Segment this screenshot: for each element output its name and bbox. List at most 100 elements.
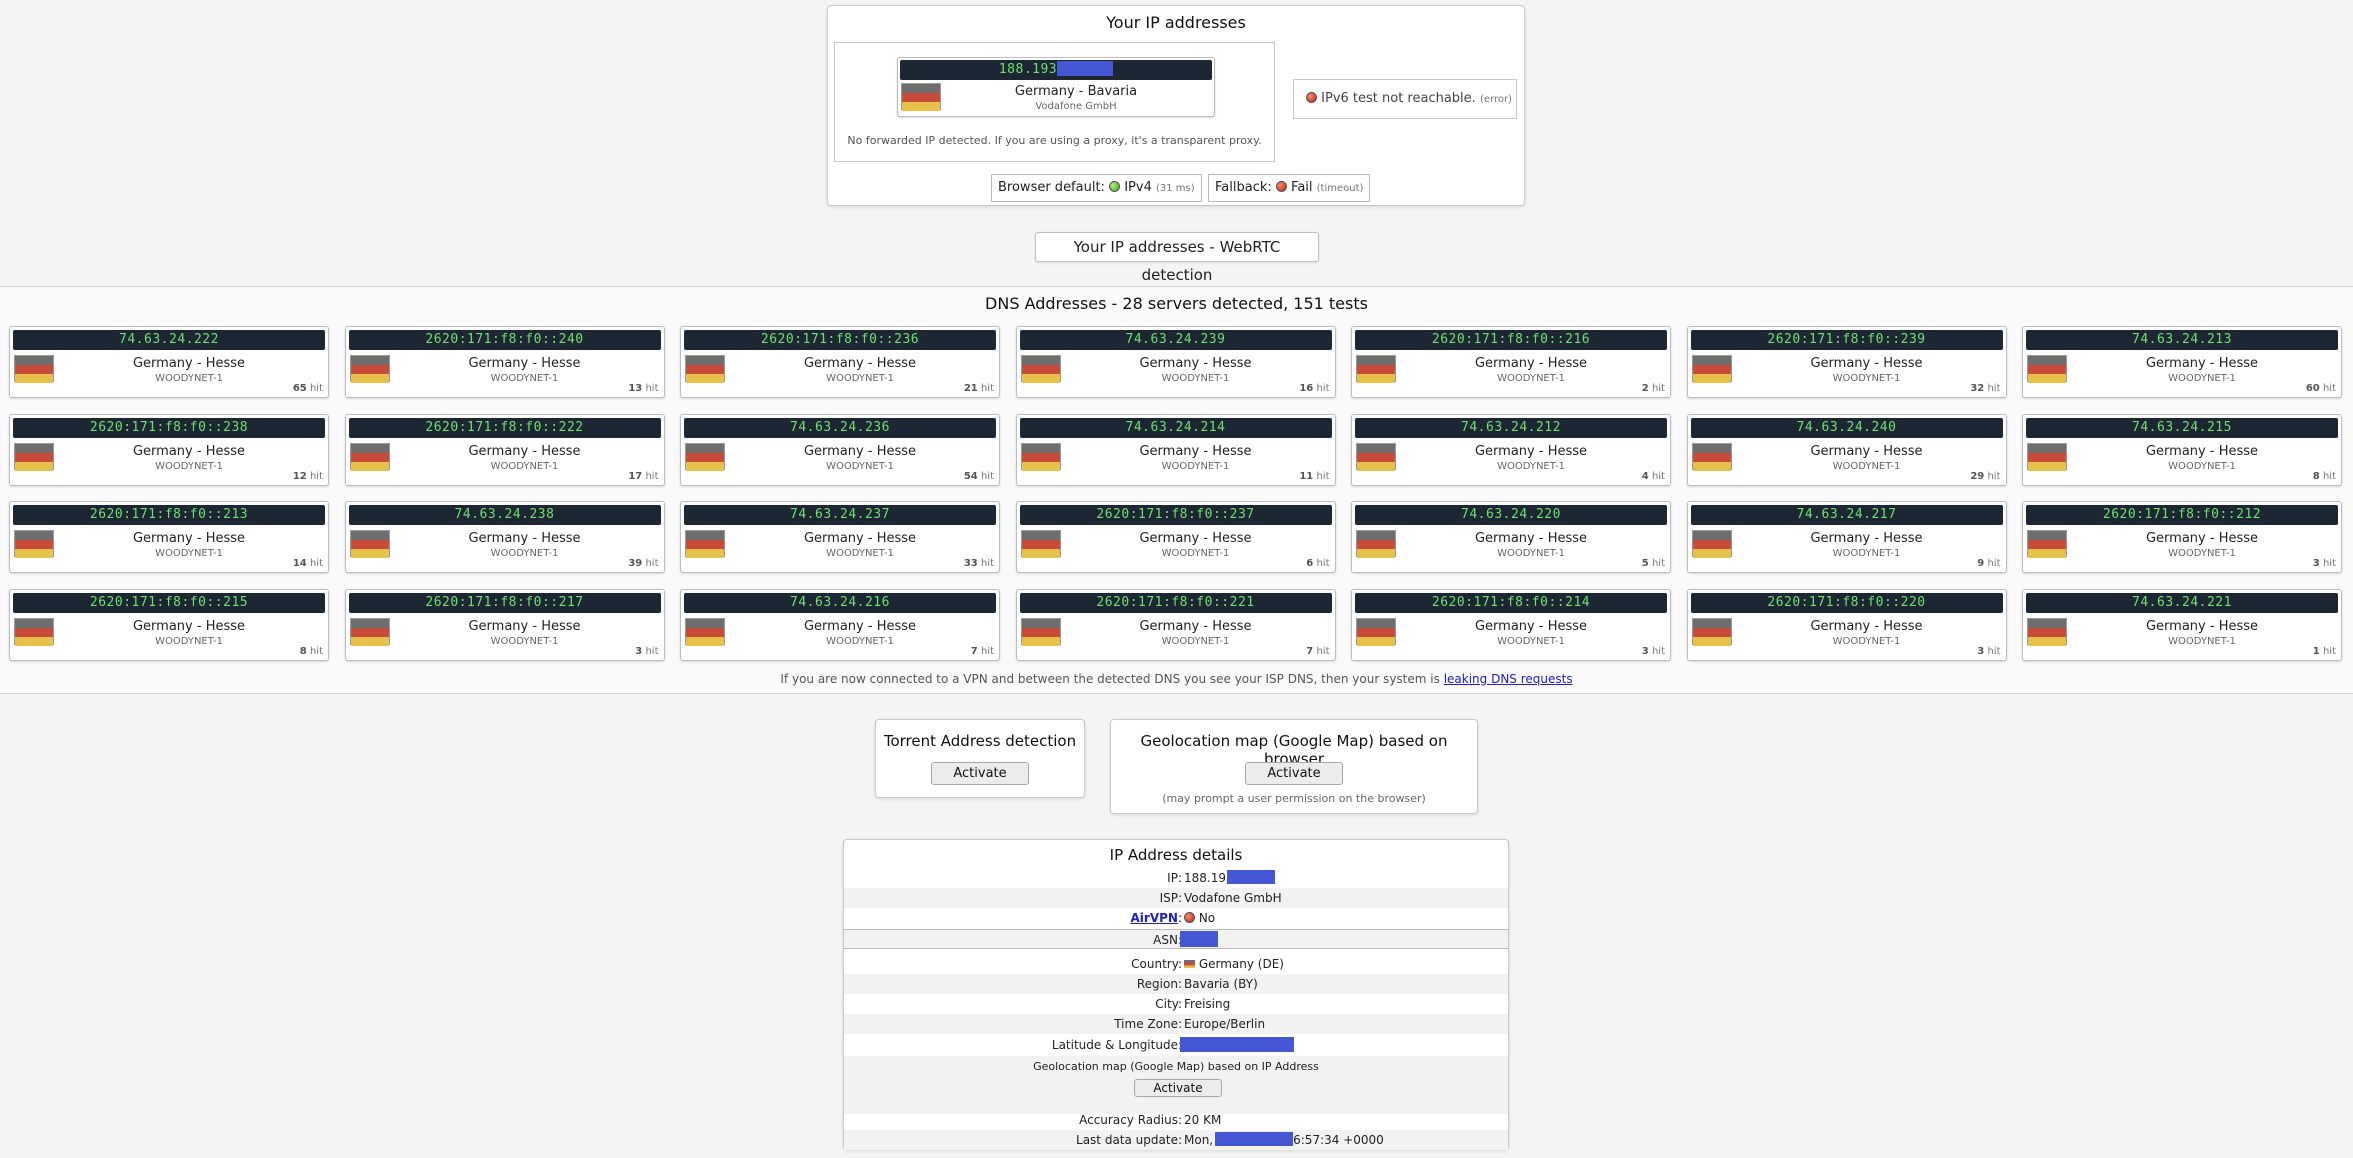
dns-server-card: 2620:171:f8:f0::216 Germany - Hesse WOODYN… bbox=[1351, 326, 1671, 398]
dns-server-hits: 13 hit bbox=[628, 383, 659, 394]
dns-server-location: Germany - Hesse bbox=[132, 356, 246, 371]
ip-geomap-activate-button[interactable]: Activate bbox=[1134, 1079, 1222, 1097]
dns-leak-notice: If you are now connected to a VPN and be… bbox=[780, 672, 1573, 686]
germany-flag-icon bbox=[14, 617, 54, 646]
germany-flag-icon bbox=[1020, 442, 1061, 471]
germany-flag-icon bbox=[14, 355, 54, 383]
dns-server-hits: 54 hit bbox=[963, 470, 994, 482]
germany-flag-icon bbox=[1020, 617, 1061, 646]
torrent-panel: Torrent Address detection Activate bbox=[875, 719, 1085, 798]
leaking-dns-link[interactable]: leaking DNS requests bbox=[1444, 672, 1573, 686]
dns-server-card: 2620:171:f8:f0::222 Germany - Hesse WOODYN… bbox=[344, 413, 665, 486]
dns-server-card: 74.63.24.212 Germany - Hesse WOODYNET-1 4 h… bbox=[1351, 413, 1671, 486]
germany-flag-icon bbox=[14, 530, 54, 558]
dns-server-hits: 3 hit bbox=[1977, 645, 2001, 657]
dns-server-card: 2620:171:f8:f0::236 Germany - Hesse WOODYN… bbox=[680, 326, 1000, 398]
germany-flag-icon bbox=[1356, 617, 1396, 646]
dns-server-hits: 39 hit bbox=[628, 558, 659, 569]
ip-details-panel: IP Address details IP: 188.193 ISP: Voda… bbox=[843, 839, 1509, 1150]
dns-server-ip: 2620:171:f8:f0::222 bbox=[348, 417, 661, 438]
germany-flag-icon bbox=[2027, 530, 2067, 558]
dns-server-location: Germany - Hesse bbox=[1810, 356, 1923, 371]
detail-geomap-text: Geolocation map (Google Map) based on IP… bbox=[1033, 1060, 1319, 1073]
dns-server-hits: 2 hit bbox=[1641, 383, 1665, 394]
airvpn-link[interactable]: AirVPN bbox=[1131, 911, 1178, 925]
dns-server-isp: WOODYNET-1 bbox=[490, 373, 559, 384]
dns-server-card: 2620:171:f8:f0::213 Germany - Hesse WOODYN… bbox=[9, 501, 329, 573]
webrtc-detection-button[interactable]: Your IP addresses - WebRTC detection bbox=[1035, 232, 1319, 284]
dns-server-isp: WOODYNET-1 bbox=[826, 635, 894, 647]
germany-flag-icon bbox=[349, 530, 390, 558]
germany-flag-icon bbox=[349, 617, 390, 646]
dns-server-hits: 60 hit bbox=[2305, 383, 2336, 394]
dns-server-location: Germany - Hesse bbox=[2145, 618, 2259, 634]
dns-server-ip: 2620:171:f8:f0::221 bbox=[1019, 592, 1332, 613]
detail-geomap: Geolocation map (Google Map) based on IP… bbox=[844, 1056, 1508, 1114]
dns-server-card: 2620:171:f8:f0::217 Germany - Hesse WOODYN… bbox=[344, 588, 665, 661]
dns-server-card: 2620:171:f8:f0::221 Germany - Hesse WOODYN… bbox=[1015, 588, 1336, 661]
dns-server-hits: 7 hit bbox=[1306, 645, 1330, 657]
germany-flag-icon bbox=[2027, 442, 2067, 471]
dns-server-card: 2620:171:f8:f0::237 Germany - Hesse WOODYN… bbox=[1015, 501, 1336, 573]
germany-flag-icon bbox=[1356, 355, 1396, 383]
dns-server-location: Germany - Hesse bbox=[1810, 443, 1923, 459]
ipv6-status: IPv6 test not reachable. (error) bbox=[1293, 79, 1517, 119]
dns-server-isp: WOODYNET-1 bbox=[1497, 373, 1565, 384]
dns-server-location: Germany - Hesse bbox=[468, 443, 581, 459]
ipv4-location: Germany - Bavaria bbox=[1014, 84, 1138, 99]
redacted-latlon bbox=[1180, 1037, 1294, 1052]
dns-server-ip: 74.63.24.240 bbox=[1690, 417, 2003, 438]
dns-server-isp: WOODYNET-1 bbox=[1497, 548, 1565, 559]
dns-server-card: 74.63.24.236 Germany - Hesse WOODYNET-1 54 … bbox=[680, 413, 1000, 486]
ipv4-card: 188.193 Germany - Bavaria Vodafone GmbH bbox=[897, 57, 1215, 117]
dns-server-ip: 74.63.24.237 bbox=[684, 505, 996, 525]
detail-row-lastupdate: Last data update: Mon, 6:57:34 +0000 bbox=[844, 1130, 1508, 1150]
dns-server-location: Germany - Hesse bbox=[1139, 531, 1252, 546]
dns-server-card: 74.63.24.220 Germany - Hesse WOODYNET-1 5 h… bbox=[1351, 501, 1671, 573]
dns-server-isp: WOODYNET-1 bbox=[1832, 373, 1901, 384]
dns-server-location: Germany - Hesse bbox=[2145, 443, 2259, 459]
redacted-asn bbox=[1180, 931, 1218, 947]
germany-flag-icon bbox=[685, 355, 725, 383]
dns-server-location: Germany - Hesse bbox=[468, 618, 581, 634]
germany-flag-icon bbox=[14, 442, 54, 471]
ip-panel-title: Your IP addresses bbox=[1106, 13, 1246, 32]
dns-server-location: Germany - Hesse bbox=[803, 356, 917, 371]
germany-flag-icon bbox=[1691, 355, 1732, 383]
dns-server-location: Germany - Hesse bbox=[803, 531, 917, 546]
dns-server-isp: WOODYNET-1 bbox=[490, 548, 559, 559]
dns-server-hits: 32 hit bbox=[1970, 383, 2001, 394]
dns-server-card: 74.63.24.239 Germany - Hesse WOODYNET-1 16 … bbox=[1015, 326, 1336, 398]
detail-row-country: Country: Germany (DE) bbox=[1131, 957, 1284, 971]
dns-server-card: 74.63.24.222 Germany - Hesse WOODYNET-1 65 … bbox=[9, 326, 329, 398]
dns-server-hits: 33 hit bbox=[963, 558, 994, 569]
germany-flag-icon bbox=[1020, 355, 1061, 383]
detail-row-latlon: Latitude & Longitude: bbox=[844, 1035, 1508, 1055]
dns-server-isp: WOODYNET-1 bbox=[826, 548, 894, 559]
detail-row-city: City: Freising bbox=[1155, 997, 1231, 1011]
dns-server-ip: 74.63.24.221 bbox=[2026, 592, 2338, 613]
dns-server-hits: 16 hit bbox=[1299, 383, 1330, 394]
dns-server-ip: 2620:171:f8:f0::213 bbox=[13, 505, 325, 525]
germany-flag-icon bbox=[349, 355, 390, 383]
dns-server-hits: 1 hit bbox=[2312, 645, 2336, 657]
germany-flag-icon bbox=[1184, 960, 1195, 968]
dns-server-isp: WOODYNET-1 bbox=[1832, 635, 1901, 647]
germany-flag-icon bbox=[685, 530, 725, 558]
error-status-icon bbox=[1306, 92, 1317, 103]
detail-row-timezone: Time Zone: Europe/Berlin bbox=[844, 1014, 1508, 1034]
geolocation-activate-button[interactable]: Activate bbox=[1245, 762, 1343, 785]
dns-server-hits: 3 hit bbox=[2312, 558, 2336, 569]
dns-server-isp: WOODYNET-1 bbox=[1497, 635, 1565, 647]
germany-flag-icon bbox=[349, 442, 390, 471]
torrent-activate-button[interactable]: Activate bbox=[931, 762, 1029, 785]
germany-flag-icon bbox=[1691, 617, 1732, 646]
dns-server-isp: WOODYNET-1 bbox=[2168, 635, 2236, 647]
dns-server-location: Germany - Hesse bbox=[1810, 618, 1923, 634]
detail-row-ip: IP: 188.193 bbox=[844, 868, 1508, 888]
dns-server-location: Germany - Hesse bbox=[1139, 443, 1252, 459]
redacted-date bbox=[1215, 1132, 1294, 1146]
ok-status-icon bbox=[1109, 181, 1121, 192]
dns-server-card: 74.63.24.216 Germany - Hesse WOODYNET-1 7 h… bbox=[680, 588, 1000, 661]
detail-row-airvpn: AirVPN: No bbox=[1130, 911, 1216, 925]
